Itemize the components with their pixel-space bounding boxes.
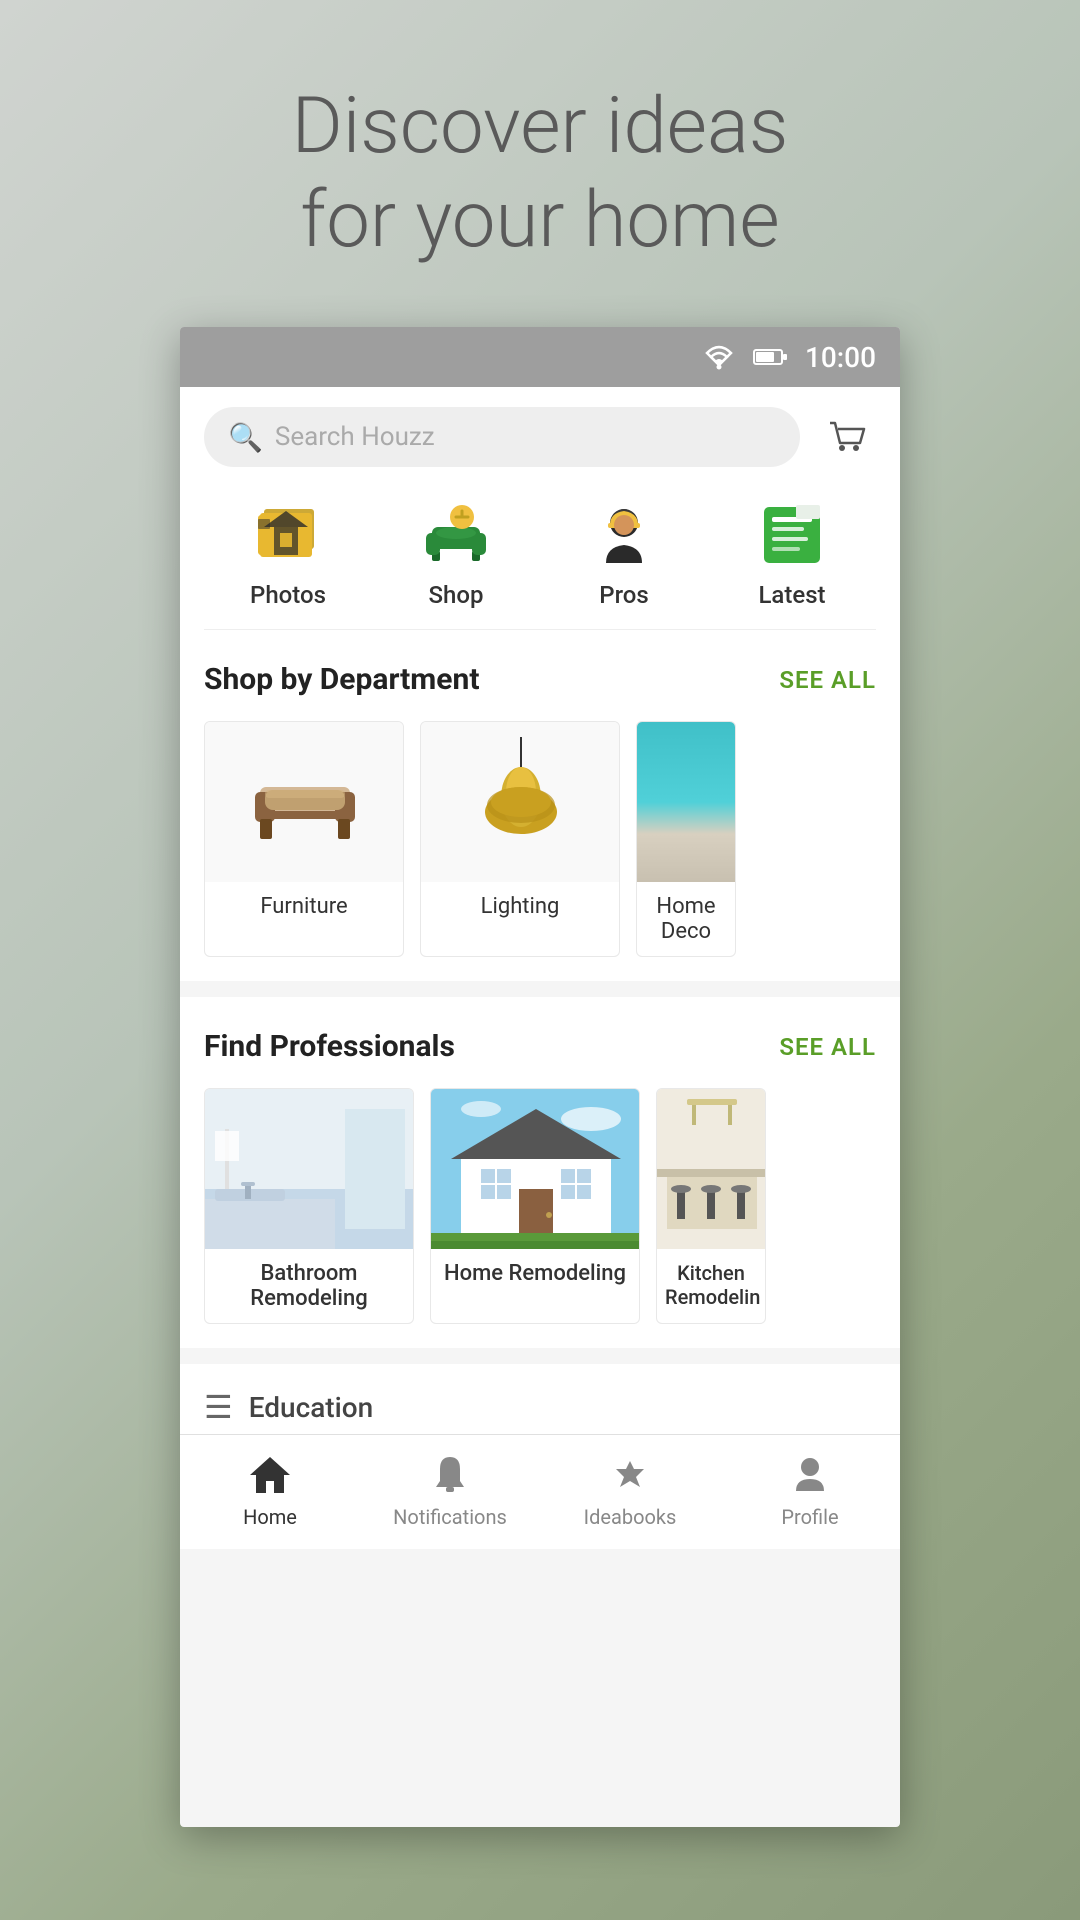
nav-item-pros[interactable]: Pros xyxy=(586,497,662,609)
lighting-img xyxy=(421,722,620,882)
ideabooks-nav-icon xyxy=(606,1451,654,1499)
search-bar[interactable]: 🔍 Search Houzz xyxy=(204,407,800,467)
pros-section: Find Professionals SEE ALL xyxy=(180,997,900,1348)
nav-notifications[interactable]: Notifications xyxy=(390,1451,510,1529)
nav-profile[interactable]: Profile xyxy=(750,1451,870,1529)
pros-see-all[interactable]: SEE ALL xyxy=(779,1033,876,1061)
cart-icon xyxy=(824,415,868,459)
list-icon: ☰ xyxy=(204,1388,233,1426)
app-header: 🔍 Search Houzz xyxy=(180,387,900,630)
pro-card-kitchen[interactable]: Kitchen Remodelin xyxy=(656,1088,766,1324)
nav-home-label: Home xyxy=(243,1505,297,1529)
nav-home[interactable]: Home xyxy=(210,1451,330,1529)
dept-cards: Furniture xyxy=(204,721,876,957)
kitchen-img xyxy=(657,1089,766,1249)
lighting-label: Lighting xyxy=(421,882,619,931)
nav-item-shop[interactable]: Shop xyxy=(418,497,494,609)
shop-section-title: Shop by Department xyxy=(204,662,479,697)
pro-card-bathroom[interactable]: Bathroom Remodeling xyxy=(204,1088,414,1324)
content-area: Shop by Department SEE ALL xyxy=(180,630,900,1434)
shop-icon xyxy=(418,497,494,573)
app-container: 10:00 🔍 Search Houzz xyxy=(180,327,900,1827)
notifications-nav-icon xyxy=(426,1451,474,1499)
kitchen-label: Kitchen Remodelin xyxy=(657,1249,765,1321)
nav-item-photos[interactable]: Photos xyxy=(250,497,326,609)
dept-card-furniture[interactable]: Furniture xyxy=(204,721,404,957)
homeremodel-img xyxy=(431,1089,640,1249)
bathroom-img xyxy=(205,1089,414,1249)
homeremodel-label: Home Remodeling xyxy=(431,1249,639,1298)
education-label: Education xyxy=(249,1391,374,1424)
homedeco-img xyxy=(637,722,736,882)
nav-notifications-label: Notifications xyxy=(393,1505,507,1529)
nav-ideabooks[interactable]: Ideabooks xyxy=(570,1451,690,1529)
lighting-icon xyxy=(476,737,566,867)
nav-ideabooks-label: Ideabooks xyxy=(584,1505,677,1529)
homedeco-label: Home Deco xyxy=(637,882,735,956)
wifi-icon xyxy=(701,343,737,371)
furniture-icon xyxy=(245,752,365,852)
pros-icon xyxy=(586,497,662,573)
bottom-nav: Home Notifications Ideabooks Profile xyxy=(180,1434,900,1549)
search-placeholder: Search Houzz xyxy=(275,422,435,452)
cart-button[interactable] xyxy=(816,407,876,467)
quick-nav: Photos Shop xyxy=(204,487,876,630)
nav-label-latest: Latest xyxy=(758,581,825,609)
home-nav-icon xyxy=(246,1451,294,1499)
battery-icon xyxy=(753,347,789,367)
nav-item-latest[interactable]: Latest xyxy=(754,497,830,609)
nav-label-photos: Photos xyxy=(250,581,326,609)
latest-icon xyxy=(754,497,830,573)
status-time: 10:00 xyxy=(805,341,876,374)
furniture-label: Furniture xyxy=(205,882,403,931)
search-icon: 🔍 xyxy=(228,421,263,454)
photos-icon xyxy=(250,497,326,573)
dept-card-lighting[interactable]: Lighting xyxy=(420,721,620,957)
nav-label-pros: Pros xyxy=(599,581,648,609)
furniture-img xyxy=(205,722,404,882)
shop-section: Shop by Department SEE ALL xyxy=(180,630,900,981)
hero-title: Discover ideas for your home xyxy=(60,80,1020,267)
profile-nav-icon xyxy=(786,1451,834,1499)
pro-cards: Bathroom Remodeling xyxy=(204,1088,876,1324)
pro-card-homeremodel[interactable]: Home Remodeling xyxy=(430,1088,640,1324)
bottom-partial-section: ☰ Education xyxy=(180,1364,900,1434)
status-bar: 10:00 xyxy=(180,327,900,387)
bathroom-label: Bathroom Remodeling xyxy=(205,1249,413,1323)
pros-section-title: Find Professionals xyxy=(204,1029,455,1064)
dept-card-homedeco[interactable]: Home Deco xyxy=(636,721,736,957)
shop-see-all[interactable]: SEE ALL xyxy=(779,666,876,694)
nav-profile-label: Profile xyxy=(781,1505,838,1529)
nav-label-shop: Shop xyxy=(429,581,484,609)
